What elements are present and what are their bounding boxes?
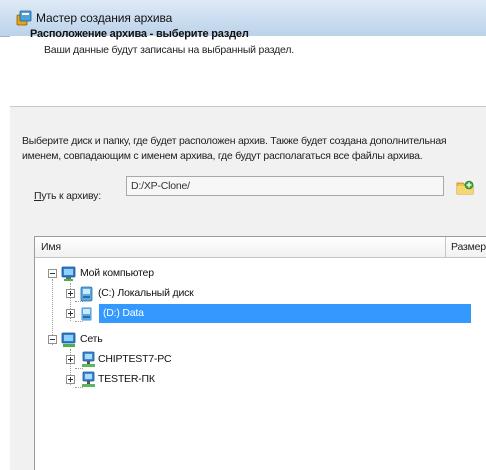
column-header-size[interactable]: Размер — [451, 241, 486, 253]
tree-item-drive-c[interactable]: (C:) Локальный диск — [35, 285, 486, 303]
network-computer-icon — [80, 351, 98, 369]
column-header-name[interactable]: Имя — [41, 241, 61, 253]
window-title: Мастер создания архива — [36, 11, 173, 25]
tree-item-chiptest7-pc[interactable]: CHIPTEST7-PC — [35, 351, 486, 369]
new-folder-icon — [454, 180, 476, 201]
drive-icon — [78, 305, 96, 323]
tree-item-my-computer[interactable]: Мой компьютер — [35, 265, 486, 283]
expand-toggle[interactable] — [66, 309, 75, 318]
tree-item-label: (D:) Data — [103, 307, 144, 319]
path-label: Путь к архиву: — [34, 190, 101, 202]
tree-item-label: TESTER-ПК — [98, 373, 155, 385]
drive-icon — [78, 285, 96, 303]
expand-toggle[interactable] — [66, 355, 75, 364]
tree-item-drive-d[interactable]: (D:) Data — [35, 304, 486, 323]
tree-item-label: (C:) Локальный диск — [98, 287, 194, 299]
expand-toggle[interactable] — [66, 289, 75, 298]
instructions-line-1: Выберите диск и папку, где будет располо… — [22, 135, 447, 147]
tree-column-header: Имя Размер — [35, 237, 486, 258]
instructions-line-2: именем, совпадающим с именем архива, где… — [22, 150, 423, 162]
location-tree[interactable]: Имя Размер Мой компьютер (C:) Локальный … — [34, 236, 486, 470]
browse-folder-button[interactable] — [454, 176, 476, 198]
expand-toggle[interactable] — [66, 375, 75, 384]
selection-highlight — [99, 304, 471, 323]
collapse-toggle[interactable] — [48, 335, 57, 344]
network-computer-icon — [80, 371, 98, 389]
page-subtitle: Ваши данные будут записаны на выбранный … — [44, 44, 294, 56]
path-label-text: уть к архиву: — [41, 190, 101, 202]
page-title: Расположение архива - выберите раздел — [30, 28, 249, 40]
collapse-toggle[interactable] — [48, 269, 57, 278]
archive-wizard-app-icon — [16, 10, 32, 26]
tree-item-tester-pk[interactable]: TESTER-ПК — [35, 371, 486, 389]
archive-path-input[interactable] — [126, 176, 444, 196]
computer-icon — [60, 265, 78, 283]
column-separator[interactable] — [445, 237, 446, 257]
tree-item-label: Сеть — [80, 333, 103, 345]
network-icon — [60, 331, 78, 349]
instructions-text: Выберите диск и папку, где будет располо… — [22, 134, 486, 164]
tree-item-label: Мой компьютер — [80, 267, 154, 279]
tree-item-label: CHIPTEST7-PC — [98, 353, 172, 365]
tree-item-network[interactable]: Сеть — [35, 331, 486, 349]
